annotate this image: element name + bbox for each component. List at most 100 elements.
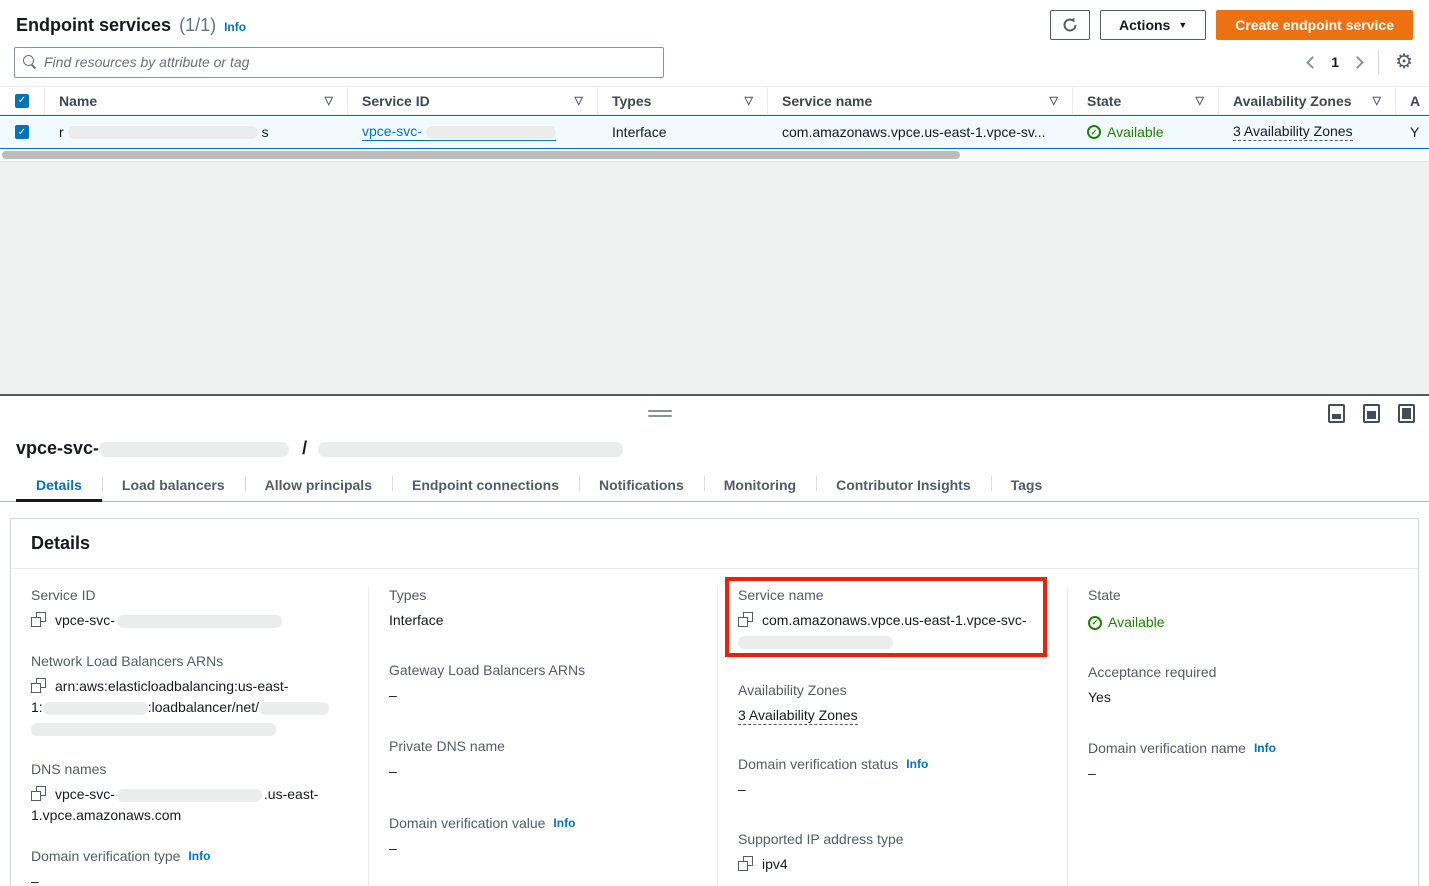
tab-notifications[interactable]: Notifications [579,469,704,501]
search-icon [23,55,37,69]
service-id-link[interactable]: vpce-svc- [362,123,556,141]
panel-size-small-icon[interactable] [1328,404,1345,423]
info-link[interactable]: Info [906,757,928,771]
row-service-name-value: com.amazonaws.vpce.us-east-1.vpce-sv... [782,124,1046,140]
actions-button[interactable]: Actions ▼ [1100,10,1206,40]
copy-icon[interactable] [31,612,46,627]
field-label: Gateway Load Balancers ARNs [389,662,697,678]
row-service-name-cell: com.amazonaws.vpce.us-east-1.vpce-sv... [767,116,1072,148]
row-acceptance-cell: Y [1395,116,1429,148]
field-value: – [389,838,697,859]
copy-icon[interactable] [31,678,46,693]
info-link[interactable]: Info [188,849,210,863]
previous-page-icon[interactable] [1306,56,1319,69]
field-domain-verification-name: Domain verification name Info – [1088,740,1397,784]
search-input[interactable] [44,54,655,70]
tab-contributor-insights[interactable]: Contributor Insights [816,469,991,501]
row-name-prefix: r [59,124,64,140]
details-column-3: Service name com.amazonaws.vpce.us-east-… [717,587,1067,886]
panel-size-large-icon[interactable] [1398,404,1415,423]
next-page-icon[interactable] [1351,56,1364,69]
column-header-availability-zones[interactable]: Availability Zones ▽ [1218,87,1395,114]
status-badge: ✓ Available [1088,612,1165,633]
tab-allow-principals[interactable]: Allow principals [245,469,392,501]
caret-down-icon: ▼ [1178,20,1187,30]
column-header-types[interactable]: Types ▽ [597,87,767,114]
filter-icon[interactable]: ▽ [1050,94,1058,107]
redacted-name [68,126,258,139]
state-value: Available [1108,612,1165,633]
filter-icon[interactable]: ▽ [1373,94,1381,107]
check-circle-icon: ✓ [1088,616,1102,630]
tab-details[interactable]: Details [16,469,102,501]
redacted-title-name [318,442,623,457]
field-value: – [738,779,1047,800]
field-value: Yes [1088,687,1397,708]
field-label: Service ID [31,587,348,603]
table-row[interactable]: ✓ r s vpce-svc- Interface com.amazonaws.… [0,115,1429,149]
field-acceptance-required: Acceptance required Yes [1088,664,1397,708]
field-value: – [389,685,697,706]
settings-gear-icon[interactable]: ⚙ [1395,52,1413,72]
filter-icon[interactable]: ▽ [575,94,583,107]
tab-tags[interactable]: Tags [991,469,1063,501]
title-info-link[interactable]: Info [224,20,246,34]
copy-icon[interactable] [738,856,753,871]
redacted-title-id [99,442,289,457]
field-types: Types Interface [389,587,697,631]
row-service-id-cell: vpce-svc- [347,116,597,148]
filter-icon[interactable]: ▽ [1196,94,1204,107]
create-endpoint-service-button[interactable]: Create endpoint service [1216,10,1413,40]
tab-monitoring[interactable]: Monitoring [704,469,816,501]
panel-size-controls [1328,404,1415,423]
tab-load-balancers[interactable]: Load balancers [102,469,245,501]
header-actions: Actions ▼ Create endpoint service [1050,10,1413,40]
select-all-checkbox[interactable]: ✓ [15,94,29,108]
availability-zones-link[interactable]: 3 Availability Zones [1233,123,1353,141]
detail-title-prefix: vpce-svc- [16,438,99,458]
refresh-icon [1061,16,1079,34]
column-label: Service name [782,93,872,109]
info-link[interactable]: Info [1254,741,1276,755]
filter-icon[interactable]: ▽ [745,94,753,107]
field-state: State ✓ Available [1088,587,1397,633]
tab-endpoint-connections[interactable]: Endpoint connections [392,469,579,501]
column-header-service-id[interactable]: Service ID ▽ [347,87,597,114]
column-header-acceptance[interactable]: A [1395,87,1429,114]
row-name-suffix: s [262,124,269,140]
field-private-dns: Private DNS name – [389,738,697,782]
state-value: Available [1107,124,1164,140]
panel-size-medium-icon[interactable] [1363,404,1380,423]
nlb-arn-line2b: :loadbalancer/net/ [148,699,259,715]
column-label: State [1087,93,1121,109]
field-label: DNS names [31,761,348,777]
nlb-arn-line2a: 1: [31,699,43,715]
redacted-value [259,702,329,715]
field-label: Private DNS name [389,738,697,754]
dns-value-suffix: 1.vpce.amazonaws.com [31,807,181,823]
row-checkbox[interactable]: ✓ [15,125,29,139]
copy-icon[interactable] [738,612,753,627]
redacted-value [117,615,282,628]
scrollbar-thumb[interactable] [2,151,960,159]
create-button-label: Create endpoint service [1235,17,1394,33]
column-header-name[interactable]: Name ▽ [44,87,347,114]
filter-icon[interactable]: ▽ [325,94,333,107]
details-card-body: Service ID vpce-svc- Network Load Balanc… [11,569,1418,886]
check-circle-icon: ✓ [1087,125,1101,139]
divider [1378,50,1379,74]
column-header-service-name[interactable]: Service name ▽ [767,87,1072,114]
field-label: Domain verification name [1088,740,1246,756]
drag-handle-icon[interactable] [648,410,672,420]
info-link[interactable]: Info [553,816,575,830]
refresh-button[interactable] [1050,10,1090,40]
availability-zones-link[interactable]: 3 Availability Zones [738,707,858,725]
endpoint-services-pane: Endpoint services (1/1) Info Actions ▼ C… [0,0,1429,394]
detail-title-separator: / [302,438,307,458]
column-header-state[interactable]: State ▽ [1072,87,1218,114]
current-page[interactable]: 1 [1331,54,1339,70]
column-label: Availability Zones [1233,93,1352,109]
search-box[interactable] [14,47,664,78]
copy-icon[interactable] [31,786,46,801]
horizontal-scrollbar[interactable] [0,149,1429,161]
